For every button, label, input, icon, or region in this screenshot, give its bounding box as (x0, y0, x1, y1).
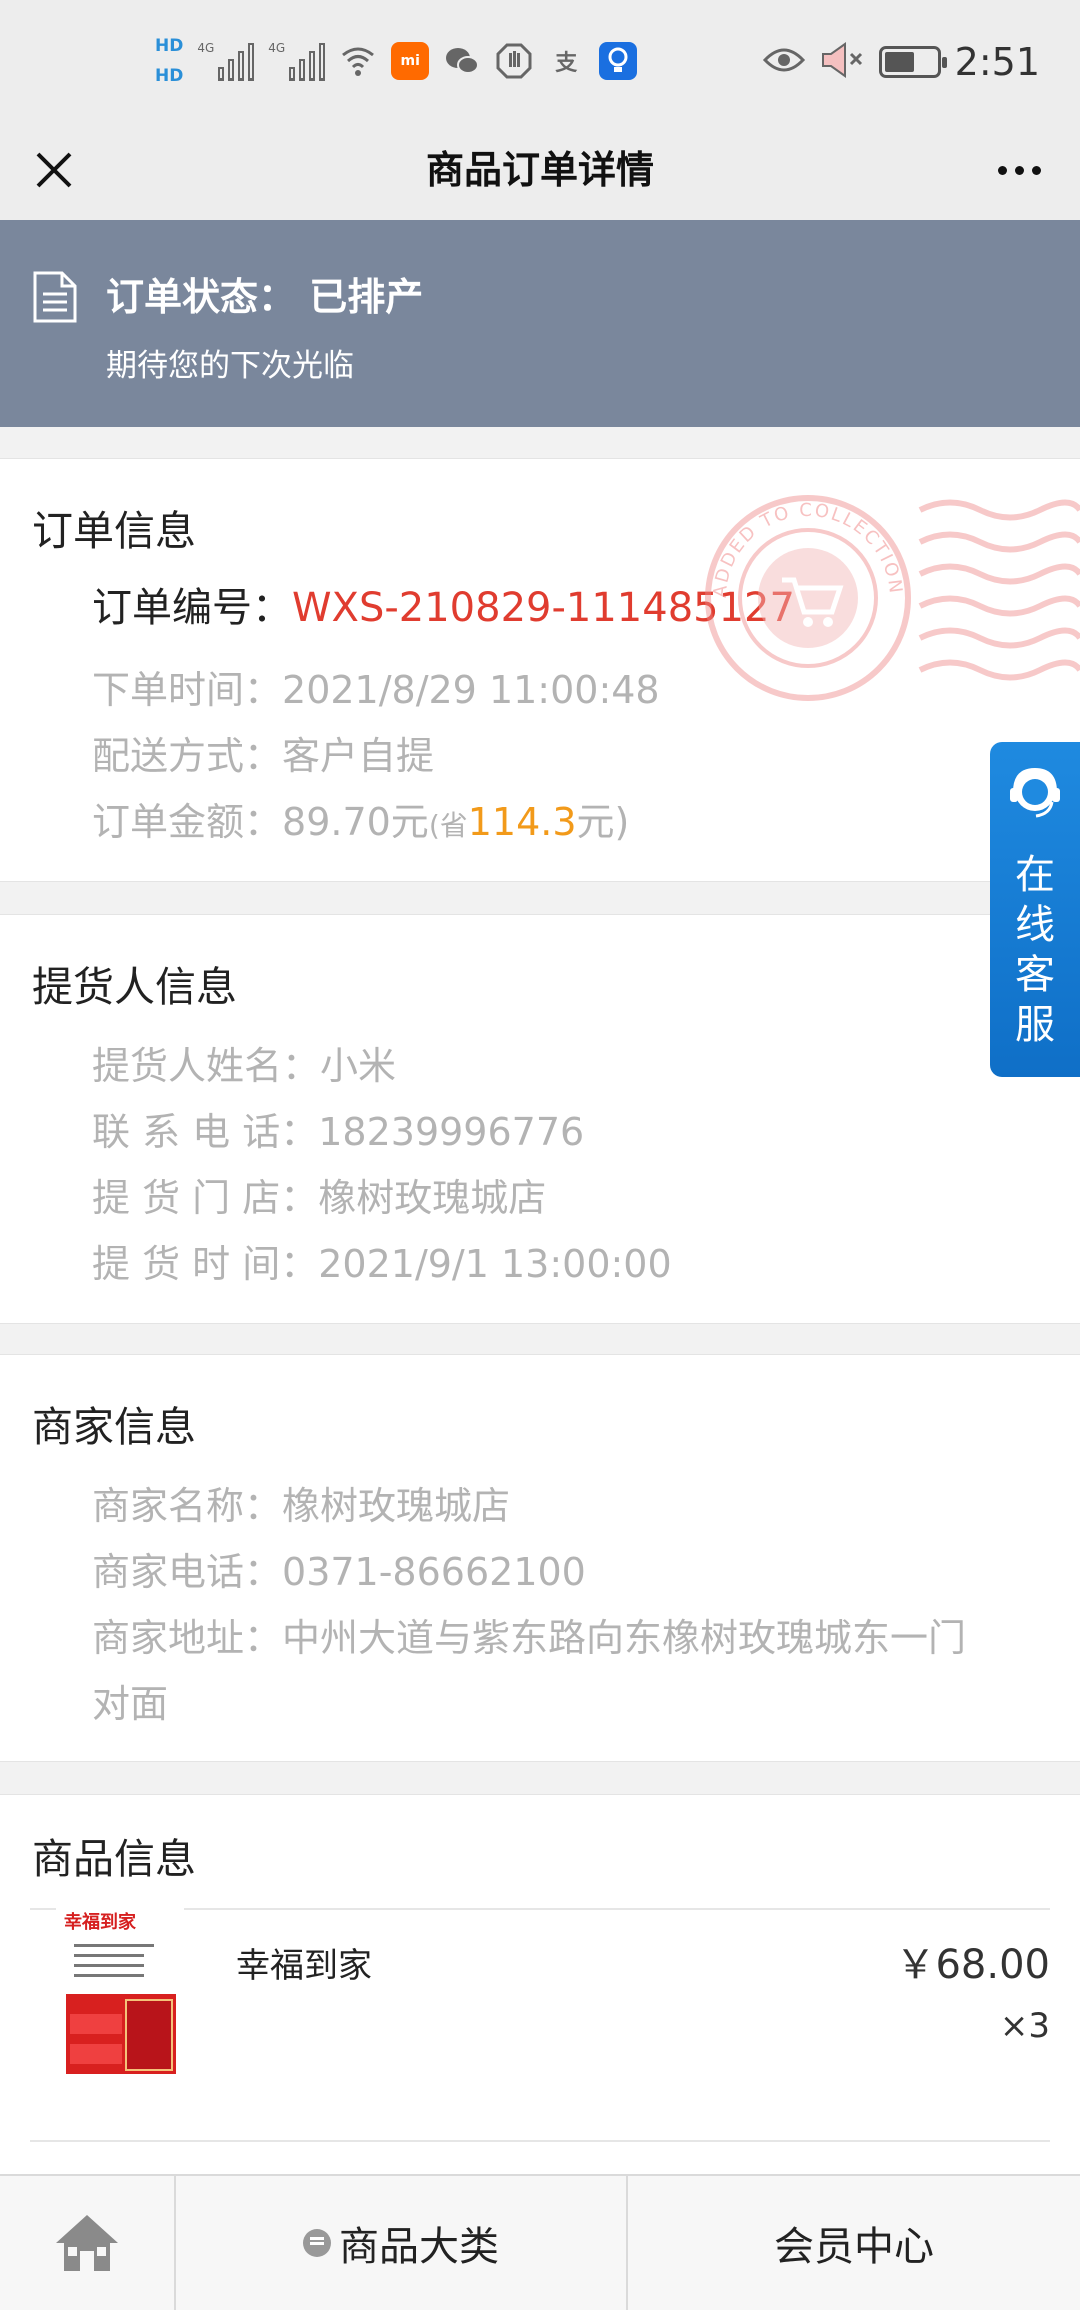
product-info-title: 商品信息 (32, 1835, 196, 1883)
home-icon (56, 2215, 118, 2271)
merchant-address-value: 中州大道与紫东路向东橡树玫瑰城东一门 (282, 1616, 967, 1660)
pickup-phone-value: 18239996776 (318, 1110, 585, 1154)
product-quantity: ×3 (999, 2006, 1050, 2046)
nav-bar: 商品订单详情 (0, 120, 1080, 220)
order-amount-row: 订单金额：89.70元(省114.3元) (92, 791, 629, 846)
network-type-label: 4G (197, 41, 215, 55)
order-status: 订单状态： 已排产 (106, 266, 423, 321)
online-service-button[interactable]: 在 线 客 服 (990, 742, 1080, 1077)
more-dot-icon (1014, 165, 1024, 175)
eye-icon (762, 45, 805, 79)
merchant-name-label: 商家名称： (92, 1484, 283, 1528)
order-number-row: 订单编号：WXS-210829-111485127 (92, 575, 795, 633)
pickup-phone-row: 联 系 电 话：18239996776 (92, 1101, 584, 1156)
merchant-address-label: 商家地址： (92, 1616, 283, 1660)
banner-message: 期待您的下次光临 (106, 348, 354, 384)
saved-prefix: (省 (428, 809, 468, 842)
mute-icon (819, 42, 865, 82)
battery-icon (878, 46, 947, 78)
page-title: 商品订单详情 (425, 148, 654, 192)
pickup-name-value: 小米 (320, 1044, 397, 1088)
service-char: 服 (1015, 1002, 1055, 1048)
alipay-icon: 支 (555, 51, 578, 76)
bulb-app-icon (599, 42, 638, 80)
product-image[interactable]: 幸福到家 (56, 1904, 184, 2096)
merchant-phone-row[interactable]: 商家电话：0371-86662100 (92, 1541, 586, 1596)
service-char: 线 (1015, 902, 1055, 948)
hd-indicator: HD HD (155, 31, 183, 91)
order-time-value: 2021/8/29 11:00:48 (282, 668, 660, 712)
product-image-title: 幸福到家 (64, 1911, 137, 1933)
order-number-value: WXS-210829-111485127 (292, 585, 795, 631)
merchant-name-value: 橡树玫瑰城店 (282, 1484, 511, 1528)
close-icon (36, 152, 72, 188)
status-icons-right: 2:51 (762, 34, 1040, 90)
order-status-banner: 订单状态： 已排产 期待您的下次光临 (0, 220, 1080, 427)
mi-app-icon: mi (391, 42, 430, 80)
tab-categories[interactable]: 商品大类 (176, 2176, 628, 2310)
hand-stop-icon (495, 42, 533, 80)
order-status-label: 订单状态： (106, 275, 297, 319)
merchant-name-row: 商家名称：橡树玫瑰城店 (92, 1475, 510, 1530)
saved-suffix: 元) (576, 800, 630, 844)
pickup-info-title: 提货人信息 (32, 963, 237, 1011)
pickup-time-label: 提 货 时 间： (92, 1242, 319, 1286)
tab-member-center[interactable]: 会员中心 (628, 2176, 1080, 2310)
order-time-label: 下单时间： (92, 668, 283, 712)
order-info-title: 订单信息 (32, 507, 196, 555)
pickup-info-card: 提货人信息 提货人姓名：小米 联 系 电 话：18239996776 提 货 门… (0, 914, 1080, 1324)
pickup-store-row: 提 货 门 店：橡树玫瑰城店 (92, 1167, 546, 1222)
bottom-tab-bar: 商品大类 会员中心 (0, 2174, 1080, 2310)
document-icon (32, 270, 78, 328)
wechat-icon (443, 42, 481, 80)
online-service-label: 在 线 客 服 (990, 850, 1080, 1050)
tab-categories-label: 商品大类 (339, 2224, 499, 2270)
close-button[interactable] (26, 142, 82, 198)
wifi-icon (339, 42, 377, 80)
product-name[interactable]: 幸福到家 (236, 1938, 372, 1987)
more-dot-icon (1031, 165, 1041, 175)
pickup-time-value: 2021/9/1 13:00:00 (318, 1242, 672, 1286)
pickup-time-row: 提 货 时 间：2021/9/1 13:00:00 (92, 1233, 672, 1288)
pickup-store-value: 橡树玫瑰城店 (318, 1176, 547, 1220)
pickup-name-row: 提货人姓名：小米 (92, 1035, 396, 1090)
hd-label: HD (155, 66, 184, 86)
delivery-method-label: 配送方式： (92, 734, 283, 778)
more-dot-icon (997, 165, 1007, 175)
order-status-value: 已排产 (309, 275, 424, 319)
network-type-label: 4G (268, 41, 286, 55)
pickup-name-label: 提货人姓名： (92, 1044, 321, 1088)
pickup-store-label: 提 货 门 店： (92, 1176, 319, 1220)
order-amount-value: 89.70元 (282, 800, 429, 844)
merchant-address-row: 商家地址：中州大道与紫东路向东橡树玫瑰城东一门 (92, 1607, 966, 1662)
delivery-method-row: 配送方式：客户自提 (92, 725, 434, 780)
order-time-row: 下单时间：2021/8/29 11:00:48 (92, 659, 660, 714)
customer-service-icon (1006, 764, 1064, 822)
pickup-phone-label: 联 系 电 话： (92, 1110, 319, 1154)
signal-icon: 4G (197, 41, 255, 81)
saved-amount: 114.3 (467, 800, 577, 844)
merchant-info-card: 商家信息 商家名称：橡树玫瑰城店 商家电话：0371-86662100 商家地址… (0, 1354, 1080, 1762)
delivery-method-value: 客户自提 (282, 734, 435, 778)
service-char: 客 (1015, 952, 1055, 998)
more-button[interactable] (984, 142, 1054, 198)
product-price: ￥68.00 (895, 1942, 1050, 1988)
merchant-address-continued: 对面 (92, 1682, 169, 1726)
menu-icon (303, 2229, 331, 2257)
merchant-phone-label: 商家电话： (92, 1550, 283, 1594)
service-char: 在 (1015, 852, 1055, 898)
merchant-info-title: 商家信息 (32, 1403, 196, 1451)
hd-label: HD (155, 36, 184, 56)
tab-home[interactable] (0, 2176, 176, 2310)
status-icons-left: HD HD 4G 4G mi 支 (155, 30, 638, 92)
status-bar: HD HD 4G 4G mi 支 2:51 (0, 0, 1080, 120)
order-amount-label: 订单金额： (92, 800, 283, 844)
order-info-card: 订单信息 订单编号：WXS-210829-111485127 下单时间：2021… (0, 458, 1080, 882)
signal-icon: 4G (268, 41, 326, 81)
clock: 2:51 (954, 40, 1040, 84)
tab-member-center-label: 会员中心 (774, 2224, 934, 2270)
merchant-phone-value[interactable]: 0371-86662100 (282, 1550, 586, 1594)
order-number-label: 订单编号： (92, 585, 292, 631)
divider (30, 2140, 1050, 2142)
